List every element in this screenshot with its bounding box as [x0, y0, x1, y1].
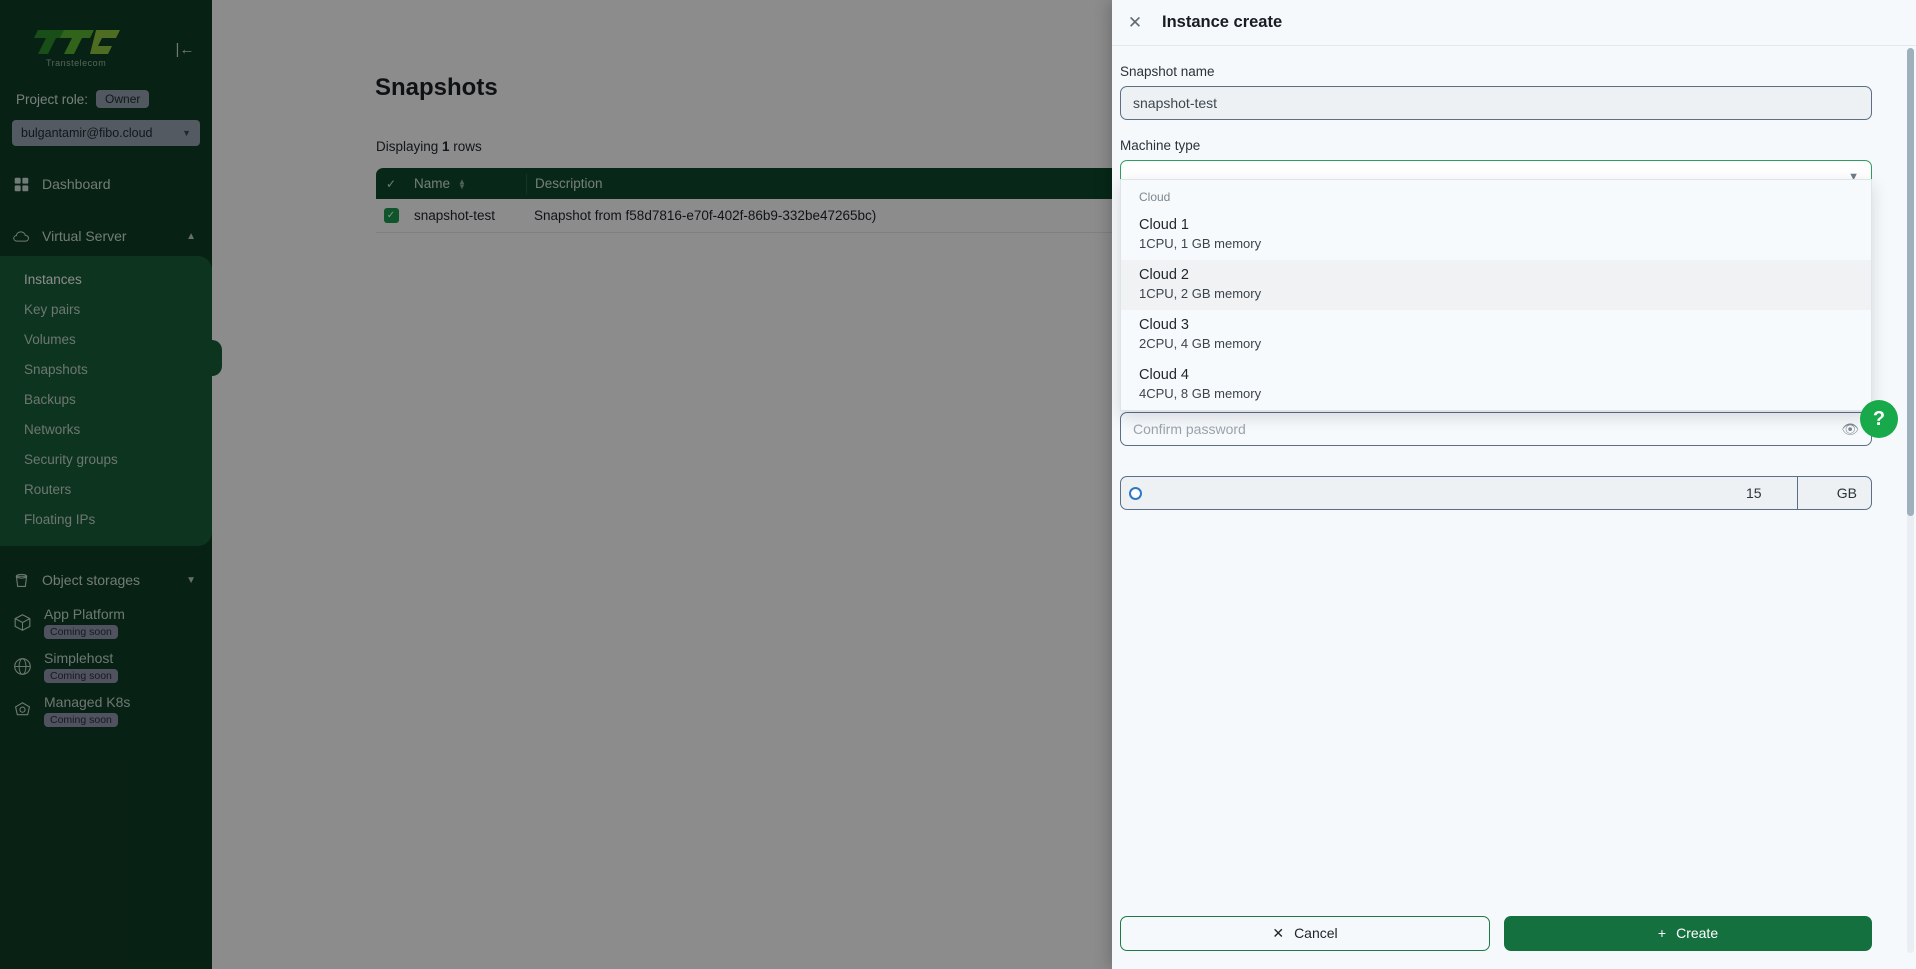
panel-scrollbar[interactable] — [1907, 48, 1914, 953]
create-button[interactable]: + Create — [1504, 915, 1872, 951]
option-name: Cloud 3 — [1139, 317, 1189, 333]
panel-header: ✕ Instance create — [1112, 0, 1916, 46]
plus-icon: + — [1657, 925, 1667, 941]
option-name: Cloud 2 — [1139, 267, 1189, 283]
cancel-button[interactable]: ✕ Cancel — [1120, 915, 1490, 951]
close-icon: ✕ — [1272, 924, 1285, 941]
size-slider[interactable] — [1120, 476, 1736, 510]
machine-type-dropdown: Cloud Cloud 1 1CPU, 1 GB memory Cloud 2 … — [1120, 179, 1872, 411]
label-machine-type: Machine type — [1120, 138, 1201, 153]
field-size: 15 GB — [1120, 476, 1872, 510]
size-unit-label: GB — [1798, 476, 1872, 510]
dropdown-option-cloud-3[interactable]: Cloud 3 2CPU, 4 GB memory — [1121, 310, 1871, 360]
option-spec: 1CPU, 1 GB memory — [1139, 236, 1262, 251]
panel-body: Snapshot name snapshot-test Machine type… — [1112, 46, 1916, 897]
close-icon[interactable]: ✕ — [1122, 10, 1148, 36]
option-name: Cloud 1 — [1139, 217, 1189, 233]
dropdown-group-label: Cloud — [1139, 190, 1171, 204]
eye-off-icon[interactable]: 👁 — [1841, 421, 1859, 438]
scrollbar-thumb[interactable] — [1907, 48, 1914, 516]
create-label: Create — [1676, 925, 1719, 941]
label-snapshot-name: Snapshot name — [1120, 64, 1215, 79]
field-snapshot-name: Snapshot name snapshot-test — [1120, 64, 1872, 120]
panel-footer: ✕ Cancel + Create — [1112, 897, 1916, 969]
field-machine-type: Machine type ▼ Cloud Cloud 1 1CPU, 1 GB … — [1120, 138, 1872, 411]
size-slider-row: 15 GB — [1120, 476, 1872, 510]
option-spec: 4CPU, 8 GB memory — [1139, 386, 1262, 401]
instance-create-panel: ✕ Instance create Snapshot name snapshot… — [1112, 0, 1916, 969]
cancel-label: Cancel — [1294, 925, 1338, 941]
slider-knob[interactable] — [1129, 486, 1142, 500]
confirm-password-input[interactable]: Confirm password 👁 — [1120, 412, 1872, 446]
dropdown-option-cloud-4[interactable]: Cloud 4 4CPU, 8 GB memory — [1121, 360, 1871, 410]
panel-title: Instance create — [1162, 13, 1283, 31]
option-spec: 1CPU, 2 GB memory — [1139, 286, 1262, 301]
size-value-input[interactable]: 15 — [1736, 476, 1798, 510]
dropdown-option-cloud-1[interactable]: Cloud 1 1CPU, 1 GB memory — [1121, 210, 1871, 260]
dropdown-option-cloud-2[interactable]: Cloud 2 1CPU, 2 GB memory — [1121, 260, 1871, 310]
snapshot-name-input[interactable]: snapshot-test — [1120, 86, 1872, 120]
confirm-password-placeholder: Confirm password — [1133, 421, 1246, 437]
option-name: Cloud 4 — [1139, 367, 1189, 383]
help-button[interactable]: ? — [1860, 400, 1898, 438]
option-spec: 2CPU, 4 GB memory — [1139, 336, 1262, 351]
